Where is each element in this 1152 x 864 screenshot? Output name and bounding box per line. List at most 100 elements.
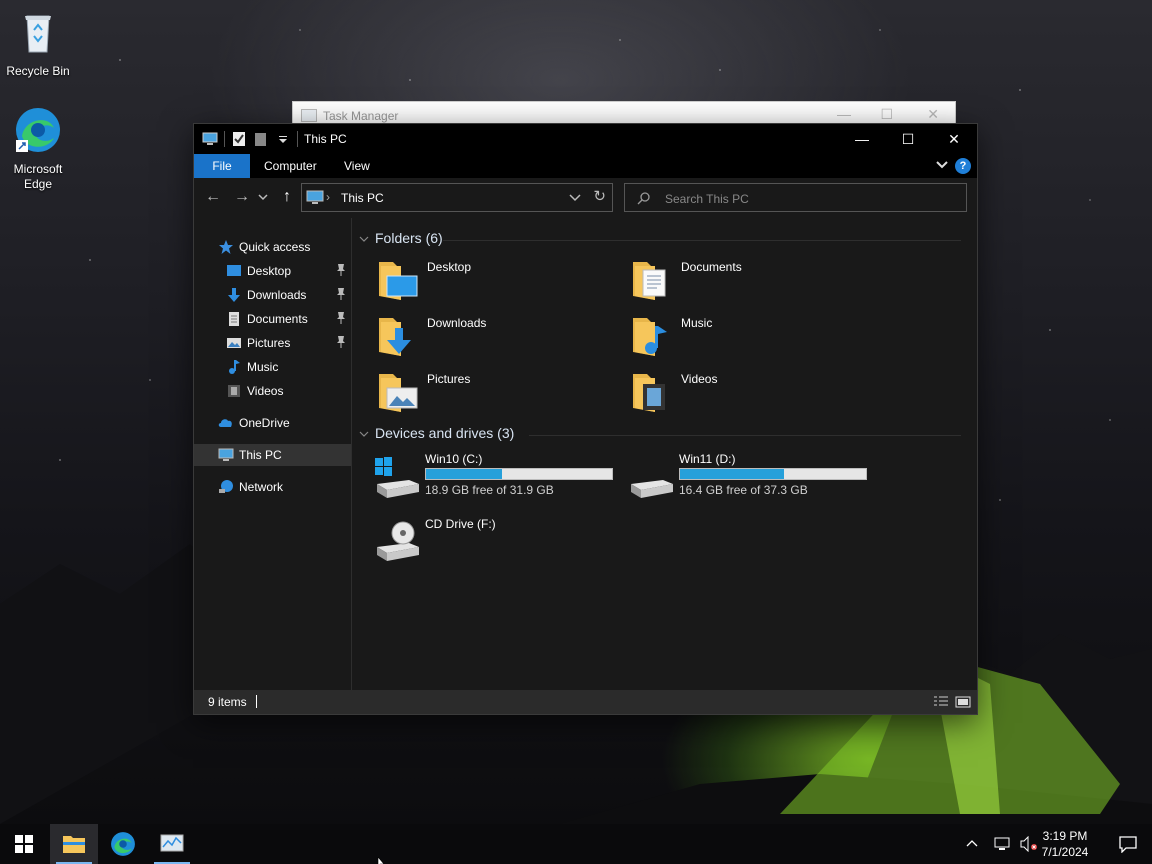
sidebar-item-downloads[interactable]: Downloads	[194, 284, 351, 306]
minimize-icon[interactable]: —	[837, 106, 851, 122]
search-box[interactable]: Search This PC	[624, 183, 967, 212]
customize-toolbar-icon[interactable]	[275, 131, 291, 147]
sidebar-item-network[interactable]: Network	[194, 476, 351, 498]
sidebar-item-pictures[interactable]: Pictures	[194, 332, 351, 354]
sidebar-item-quick-access[interactable]: Quick access	[194, 236, 351, 258]
film-icon	[228, 385, 240, 397]
chevron-right-icon: ›	[326, 190, 330, 204]
taskbar-task-manager[interactable]	[148, 824, 196, 864]
address-bar[interactable]: › This PC ↻	[301, 183, 613, 212]
start-button[interactable]	[0, 824, 48, 864]
pin-icon[interactable]	[335, 263, 347, 277]
sidebar-item-documents[interactable]: Documents	[194, 308, 351, 330]
network-icon[interactable]	[994, 836, 1012, 852]
download-arrow-icon	[228, 288, 240, 302]
clock[interactable]: 3:19 PM 7/1/2024	[1032, 828, 1098, 860]
back-button[interactable]: ←	[204, 188, 222, 206]
folder-documents[interactable]: Documents	[629, 256, 869, 308]
chevron-down-icon	[359, 236, 369, 242]
tab-computer[interactable]: Computer	[250, 154, 331, 178]
separator	[256, 695, 257, 708]
minimize-button[interactable]: —	[839, 124, 885, 154]
network-globe-icon	[219, 480, 233, 493]
title-bar[interactable]: This PC — ☐ ✕	[194, 124, 977, 154]
drives-group-header[interactable]: Devices and drives (3)	[359, 425, 514, 441]
sidebar-item-label: Music	[247, 360, 279, 374]
music-folder-icon	[633, 318, 667, 356]
show-hidden-icons-icon[interactable]	[964, 836, 980, 852]
mouse-cursor-icon	[377, 857, 385, 864]
drive-d[interactable]: Win11 (D:) 16.4 GB free of 37.3 GB	[627, 452, 877, 500]
desktop-icon-recycle-bin[interactable]: Recycle Bin	[0, 8, 76, 79]
taskbar-file-explorer[interactable]	[50, 824, 98, 864]
expand-ribbon-icon[interactable]	[935, 158, 949, 172]
desktop-icon	[227, 265, 241, 276]
drive-c[interactable]: Win10 (C:) 18.9 GB free of 31.9 GB	[373, 452, 623, 500]
folders-group-header[interactable]: Folders (6)	[359, 230, 443, 246]
action-center-icon[interactable]	[1118, 835, 1138, 853]
picture-icon	[227, 338, 241, 348]
help-icon[interactable]: ?	[955, 158, 971, 174]
file-explorer-icon	[63, 836, 85, 853]
sidebar-item-label: Network	[239, 480, 284, 494]
new-folder-icon[interactable]	[253, 131, 269, 147]
clock-date: 7/1/2024	[1041, 845, 1089, 859]
drive-free-space: 18.9 GB free of 31.9 GB	[425, 483, 554, 497]
refresh-icon[interactable]: ↻	[593, 187, 606, 205]
folder-label: Desktop	[427, 260, 472, 274]
taskbar-edge[interactable]	[99, 824, 147, 864]
sidebar-item-label: Videos	[247, 384, 284, 398]
address-dropdown-icon[interactable]	[568, 189, 582, 205]
folder-label: Downloads	[427, 316, 487, 330]
close-icon[interactable]: ✕	[927, 106, 939, 123]
sidebar-item-this-pc[interactable]: This PC	[194, 444, 351, 466]
sidebar-item-label: Desktop	[247, 264, 292, 278]
drive-label: CD Drive (F:)	[425, 517, 496, 531]
window-title: This PC	[304, 132, 347, 146]
desktop-icon-label: Recycle Bin	[6, 64, 70, 78]
folder-label: Documents	[681, 260, 742, 274]
folder-music[interactable]: Music	[629, 312, 869, 364]
sidebar-item-music[interactable]: Music	[194, 356, 351, 378]
properties-icon[interactable]	[231, 131, 247, 147]
folder-pictures[interactable]: Pictures	[375, 368, 615, 420]
pin-icon[interactable]	[335, 311, 347, 325]
sidebar-item-label: Quick access	[239, 240, 311, 254]
up-button[interactable]: ↑	[278, 188, 296, 206]
details-view-icon[interactable]	[933, 695, 949, 709]
search-input[interactable]: Search This PC	[665, 192, 749, 206]
sidebar-item-videos[interactable]: Videos	[194, 380, 351, 402]
drive-label: Win10 (C:)	[425, 452, 483, 466]
close-button[interactable]: ✕	[931, 124, 977, 154]
tab-file[interactable]: File	[194, 154, 250, 178]
pin-icon[interactable]	[335, 287, 347, 301]
folder-downloads[interactable]: Downloads	[375, 312, 615, 364]
pin-icon[interactable]	[335, 335, 347, 349]
star-icon	[219, 240, 233, 254]
status-bar: 9 items	[194, 690, 977, 714]
folder-desktop[interactable]: Desktop	[375, 256, 615, 308]
folder-videos[interactable]: Videos	[629, 368, 869, 420]
sidebar-item-desktop[interactable]: Desktop	[194, 260, 351, 282]
sidebar-item-label: Pictures	[247, 336, 291, 350]
maximize-icon[interactable]: ☐	[880, 106, 893, 123]
sidebar-item-onedrive[interactable]: OneDrive	[194, 412, 351, 434]
chevron-down-icon	[359, 431, 369, 437]
recycle-bin-icon	[25, 15, 51, 53]
large-icons-view-icon[interactable]	[955, 695, 971, 709]
desktop-icon-label: Microsoft Edge	[13, 162, 63, 191]
documents-folder-icon	[633, 262, 666, 300]
desktop-icon-edge[interactable]: Microsoft Edge	[0, 106, 76, 192]
this-pc-icon	[218, 448, 234, 461]
drive-f-cd[interactable]: CD Drive (F:)	[373, 515, 623, 563]
drive-usage-fill	[680, 469, 785, 479]
file-explorer-window[interactable]: This PC — ☐ ✕ File Computer View ? ← → ↑…	[193, 123, 978, 715]
forward-button[interactable]: →	[233, 188, 251, 206]
recent-locations-icon[interactable]	[258, 192, 268, 202]
window-controls: — ☐ ✕	[839, 124, 977, 154]
breadcrumb-this-pc[interactable]: This PC	[341, 191, 384, 205]
tab-view[interactable]: View	[330, 154, 384, 178]
videos-folder-icon	[633, 374, 665, 412]
maximize-button[interactable]: ☐	[885, 124, 931, 154]
music-note-icon	[229, 360, 240, 374]
